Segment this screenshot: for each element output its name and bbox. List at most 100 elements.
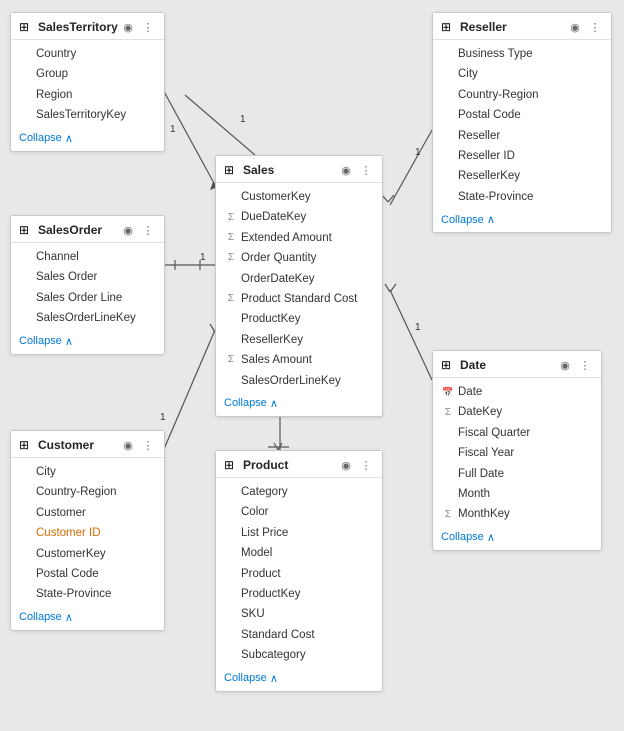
field-name: State-Province <box>36 585 111 603</box>
field-name: ResellerKey <box>241 331 303 349</box>
collapse-icon: ∧ <box>65 611 73 624</box>
field-icon: Σ <box>441 405 455 421</box>
eye-icon-customer[interactable]: ◉ <box>120 437 136 453</box>
collapse-product[interactable]: Collapse ∧ <box>216 668 382 691</box>
eye-icon-reseller[interactable]: ◉ <box>567 19 583 35</box>
eye-icon-sales[interactable]: ◉ <box>338 162 354 178</box>
table-reseller: ⊞ Reseller ◉ ⋮ Business Type City Countr… <box>432 12 612 233</box>
diagram-canvas: 1 1 1 1 1 1 1 1 <box>0 0 624 731</box>
collapse-salesterritory[interactable]: Collapse ∧ <box>11 128 164 151</box>
more-icon-salesterritory[interactable]: ⋮ <box>140 19 156 35</box>
collapse-icon: ∧ <box>270 397 278 410</box>
eye-icon-salesterritory[interactable]: ◉ <box>120 19 136 35</box>
field-row: Sales Order <box>11 267 164 287</box>
field-row: Postal Code <box>433 105 611 125</box>
field-icon: Σ <box>224 210 238 226</box>
header-actions-salesterritory: ◉ ⋮ <box>120 19 156 35</box>
collapse-label: Collapse <box>441 531 484 543</box>
field-name: Month <box>458 485 490 503</box>
field-name: Fiscal Quarter <box>458 424 530 442</box>
field-row: SalesOrderLineKey <box>11 308 164 328</box>
field-name: State-Province <box>458 188 533 206</box>
field-name: Extended Amount <box>241 229 332 247</box>
collapse-label: Collapse <box>441 214 484 226</box>
field-name: City <box>36 463 56 481</box>
field-row: Country-Region <box>11 482 164 502</box>
field-row: Country <box>11 44 164 64</box>
collapse-customer[interactable]: Collapse ∧ <box>11 607 164 630</box>
fields-salesterritory: Country Group Region SalesTerritoryKey <box>11 40 164 128</box>
field-name: Postal Code <box>458 106 521 124</box>
field-row: City <box>433 64 611 84</box>
collapse-icon: ∧ <box>270 672 278 685</box>
field-name: Group <box>36 65 68 83</box>
table-icon-salesorder: ⊞ <box>19 223 33 237</box>
field-name: CustomerKey <box>241 188 311 206</box>
fields-product: Category Color List Price Model Product … <box>216 478 382 668</box>
more-icon-product[interactable]: ⋮ <box>358 457 374 473</box>
field-row: Business Type <box>433 44 611 64</box>
table-title-product: Product <box>243 458 338 472</box>
field-name: Sales Order Line <box>36 289 122 307</box>
field-row: ΣDueDateKey <box>216 207 382 227</box>
eye-icon-product[interactable]: ◉ <box>338 457 354 473</box>
field-name: Customer ID <box>36 524 101 542</box>
table-header-salesorder: ⊞ SalesOrder ◉ ⋮ <box>11 216 164 243</box>
table-icon-reseller: ⊞ <box>441 20 455 34</box>
field-name: SalesOrderLineKey <box>241 372 341 390</box>
eye-icon-date[interactable]: ◉ <box>557 357 573 373</box>
field-name: DueDateKey <box>241 208 306 226</box>
table-title-sales: Sales <box>243 163 338 177</box>
field-row: Group <box>11 64 164 84</box>
svg-text:1: 1 <box>200 252 206 263</box>
collapse-label: Collapse <box>19 335 62 347</box>
collapse-reseller[interactable]: Collapse ∧ <box>433 209 611 232</box>
table-icon-date: ⊞ <box>441 358 455 372</box>
header-actions-sales: ◉ ⋮ <box>338 162 374 178</box>
table-header-customer: ⊞ Customer ◉ ⋮ <box>11 431 164 458</box>
field-row: Fiscal Year <box>433 443 601 463</box>
more-icon-date[interactable]: ⋮ <box>577 357 593 373</box>
collapse-salesorder[interactable]: Collapse ∧ <box>11 331 164 354</box>
field-icon: Σ <box>224 291 238 307</box>
field-icon: Σ <box>224 230 238 246</box>
field-row: CustomerKey <box>11 544 164 564</box>
field-row: SKU <box>216 604 382 624</box>
table-icon-product: ⊞ <box>224 458 238 472</box>
more-icon-salesorder[interactable]: ⋮ <box>140 222 156 238</box>
eye-icon-salesorder[interactable]: ◉ <box>120 222 136 238</box>
field-row: Color <box>216 502 382 522</box>
field-name: Region <box>36 86 72 104</box>
field-name: Country <box>36 45 76 63</box>
table-title-reseller: Reseller <box>460 20 567 34</box>
svg-text:1: 1 <box>170 124 176 135</box>
field-row: ProductKey <box>216 309 382 329</box>
field-name: Business Type <box>458 45 533 63</box>
table-icon-sales: ⊞ <box>224 163 238 177</box>
more-icon-customer[interactable]: ⋮ <box>140 437 156 453</box>
fields-salesorder: Channel Sales Order Sales Order Line Sal… <box>11 243 164 331</box>
field-row: ResellerKey <box>433 166 611 186</box>
field-row: Postal Code <box>11 564 164 584</box>
field-row: Sales Order Line <box>11 288 164 308</box>
collapse-label: Collapse <box>224 397 267 409</box>
field-row: Model <box>216 543 382 563</box>
collapse-date[interactable]: Collapse ∧ <box>433 527 601 550</box>
table-title-customer: Customer <box>38 438 120 452</box>
field-name: Product Standard Cost <box>241 290 357 308</box>
field-name: Country-Region <box>36 483 117 501</box>
field-name: ProductKey <box>241 585 300 603</box>
field-row: Month <box>433 484 601 504</box>
collapse-label: Collapse <box>19 611 62 623</box>
header-actions-customer: ◉ ⋮ <box>120 437 156 453</box>
table-customer: ⊞ Customer ◉ ⋮ City Country-Region Custo… <box>10 430 165 631</box>
fields-reseller: Business Type City Country-Region Postal… <box>433 40 611 209</box>
field-row: Fiscal Quarter <box>433 423 601 443</box>
field-row: SalesTerritoryKey <box>11 105 164 125</box>
collapse-sales[interactable]: Collapse ∧ <box>216 393 382 416</box>
field-row: Channel <box>11 247 164 267</box>
more-icon-sales[interactable]: ⋮ <box>358 162 374 178</box>
more-icon-reseller[interactable]: ⋮ <box>587 19 603 35</box>
field-row: SalesOrderLineKey <box>216 371 382 391</box>
field-row: ΣMonthKey <box>433 504 601 524</box>
